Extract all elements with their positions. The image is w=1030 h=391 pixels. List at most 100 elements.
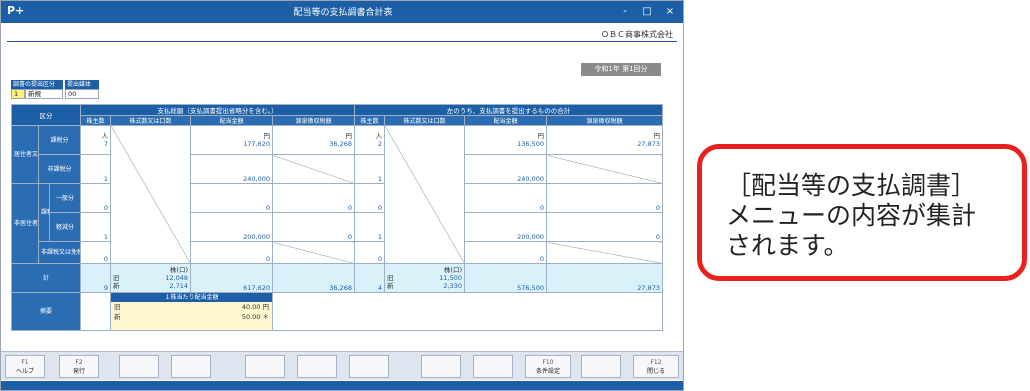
function-key-button[interactable] [119, 355, 159, 378]
cell-diagonal [546, 241, 663, 264]
maximize-button[interactable]: □ [637, 3, 657, 20]
cell[interactable]: 0 [464, 183, 547, 213]
total-cell: 36,268 [272, 263, 355, 293]
cell[interactable]: 1 [80, 154, 111, 184]
title-bar: P+ 配当等の支払調書合計表 - □ × [1, 1, 683, 23]
memo-free-area[interactable] [272, 292, 663, 331]
col-header: 株式数又は口数 [384, 115, 465, 126]
cell[interactable]: 0 [190, 241, 273, 264]
total-cell: 27,873 [546, 263, 663, 293]
cell[interactable]: 240,000 [464, 154, 547, 184]
function-key-button[interactable] [421, 355, 461, 378]
cell[interactable]: 円 27,873 [546, 125, 663, 155]
cell[interactable]: 240,000 [190, 154, 273, 184]
cell[interactable]: 0 [546, 183, 663, 213]
cell[interactable]: 人7 [80, 125, 111, 155]
cell[interactable]: 0 [354, 183, 385, 213]
memo-dividend-cell[interactable]: １株当たり配当金額 旧 40.00 円 新 50.00 ＊ [110, 292, 273, 331]
table-row: 居住者又は内国法人に支払うもの 課税分 人7 円177,620 円36,268 … [11, 125, 663, 264]
submit-media-field[interactable]: 00 [65, 89, 99, 99]
function-key-button[interactable] [473, 355, 513, 378]
period-label[interactable]: 令和1年 第1回分 [581, 63, 661, 76]
shares-diagonal-cell [384, 125, 465, 264]
callout-box: ［配当等の支払調書］ メニューの内容が集計 されます。 [697, 144, 1027, 281]
row-label: 一般分 [49, 183, 81, 213]
total-shares-cell: 株(口) 旧 12,048 新 2,714 [110, 263, 191, 293]
f12-close-button[interactable]: F12 閉じる [633, 355, 679, 378]
cell[interactable]: 1 [354, 154, 385, 184]
row-label: 課税分 [38, 125, 81, 155]
col-header: 源泉徴収税額 [546, 115, 663, 126]
f1-help-button[interactable]: F1 ヘルプ [5, 355, 45, 378]
cell[interactable]: 円 136,500 [464, 125, 547, 155]
row-label: 軽減分 [49, 212, 81, 242]
cell[interactable]: 0 [272, 183, 355, 213]
cell-diagonal [546, 154, 663, 184]
total-label: 計 [11, 263, 81, 293]
group-total-header: 支払総額（支払調書提出省略分を含む。） [80, 104, 355, 116]
app-window: P+ 配当等の支払調書合計表 - □ × ＯＢＣ商事株式会社 令和1年 第1回分… [0, 0, 684, 391]
total-cell: 9 [80, 263, 111, 293]
col-header: 配当金額 [464, 115, 547, 126]
header-divider [7, 41, 677, 42]
row-label: 非課税分 [38, 154, 81, 184]
function-key-button[interactable] [297, 355, 337, 378]
group-submit-header: 左のうち、支払調書を提出するものの合計 [354, 104, 663, 116]
close-button[interactable]: × [660, 3, 680, 20]
col-header: 配当金額 [190, 115, 273, 126]
col-header: 株主数 [80, 115, 111, 126]
window-title: 配当等の支払調書合計表 [293, 8, 393, 18]
cell[interactable]: 人2 [354, 125, 385, 155]
total-row: 計 9 株(口) 旧 12,048 新 2,714 617,620 36,268 4… [11, 263, 663, 293]
submit-media-label: 提出媒体 [65, 80, 99, 89]
cell[interactable]: 0 [354, 241, 385, 264]
col-header: 株主数 [354, 115, 385, 126]
total-shares-cell: 株(口) 旧 11,500 新 2,330 [384, 263, 465, 293]
function-key-button[interactable] [581, 355, 621, 378]
kubun-header: 区分 [11, 104, 81, 126]
memo-row: 摘要 １株当たり配当金額 旧 40.00 円 新 50.00 ＊ [11, 292, 663, 331]
table-row: 非課税分 1 240,000 1 240,000 [12, 154, 663, 184]
f2-issue-button[interactable]: F2 発行 [59, 355, 99, 378]
table-row: 非居住者又は外国法人に支払うもの 課税 一般分 0 0 0 0 0 0 [11, 183, 663, 264]
memo-spacer [80, 292, 111, 331]
submit-category-field[interactable]: 新規 [25, 89, 63, 99]
row-label: 非課税又は免税分 [38, 241, 81, 264]
function-key-button[interactable] [245, 355, 285, 378]
total-cell: 4 [354, 263, 385, 293]
submit-category-code[interactable]: 1 [11, 89, 25, 99]
cell[interactable]: 0 [190, 183, 273, 213]
resident-label: 居住者又は内国法人に支払うもの [11, 125, 39, 184]
status-bar [1, 381, 683, 390]
table-row: 非課税又は免税分 0 0 0 0 [12, 241, 663, 264]
cell[interactable]: 0 [272, 212, 355, 242]
cell-diagonal [272, 241, 355, 264]
minimize-button[interactable]: - [615, 3, 635, 20]
function-key-button[interactable] [349, 355, 389, 378]
cell[interactable]: 0 [546, 212, 663, 242]
function-key-button[interactable] [171, 355, 211, 378]
total-cell: 576,500 [464, 263, 547, 293]
cell[interactable]: 200,000 [190, 212, 273, 242]
function-key-bar: F1 ヘルプ F2 発行 F10 条件設定 F12 閉じる [1, 351, 683, 380]
shares-diagonal-cell [110, 125, 191, 264]
cell[interactable]: 円 36,268 [272, 125, 355, 155]
nonresident-label: 非居住者又は外国法人に支払うもの [11, 183, 39, 264]
col-header: 株式数又は口数 [110, 115, 191, 126]
cell[interactable]: 0 [464, 241, 547, 264]
cell[interactable]: 1 [354, 212, 385, 242]
cell[interactable]: 円 177,620 [190, 125, 273, 155]
kazei-label: 課税 [38, 183, 50, 242]
cell[interactable]: 200,000 [464, 212, 547, 242]
company-name: ＯＢＣ商事株式会社 [601, 30, 673, 39]
cell[interactable]: 0 [80, 241, 111, 264]
cell-diagonal [272, 154, 355, 184]
summary-table: 区分 支払総額（支払調書提出省略分を含む。） 左のうち、支払調書を提出するものの… [11, 104, 663, 331]
total-cell: 617,620 [190, 263, 273, 293]
submit-category-label: 調書の提出区分 [11, 80, 63, 89]
memo-label: 摘要 [11, 292, 81, 331]
cell[interactable]: 0 [80, 183, 111, 213]
cell[interactable]: 1 [80, 212, 111, 242]
f10-settings-button[interactable]: F10 条件設定 [525, 355, 571, 378]
callout-text: ［配当等の支払調書］ メニューの内容が集計 されます。 [726, 171, 977, 260]
